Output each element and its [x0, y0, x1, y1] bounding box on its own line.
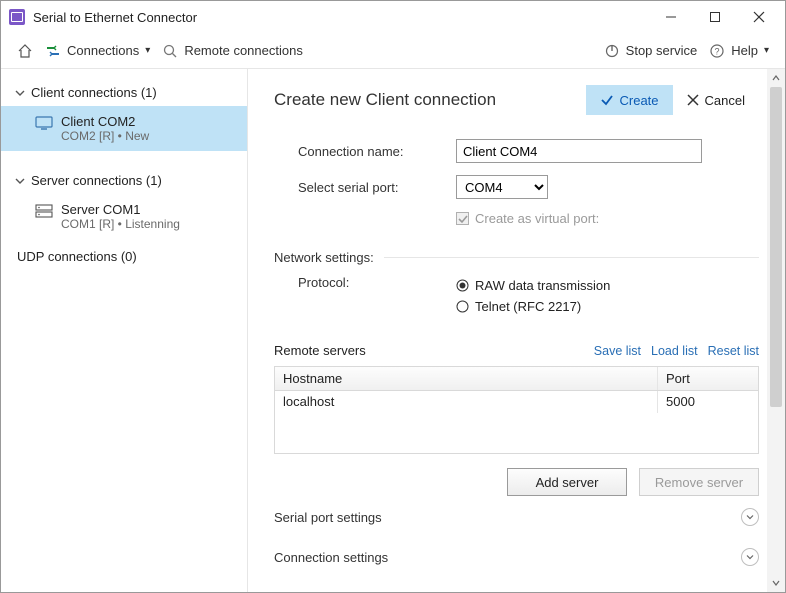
help-dropdown[interactable]: ? Help ▾ — [703, 37, 775, 65]
sidebar-item-name: Server COM1 — [61, 202, 180, 217]
serial-port-settings-section[interactable]: Serial port settings — [274, 496, 759, 536]
title-bar: Serial to Ethernet Connector — [1, 1, 785, 33]
hostname-column-header[interactable]: Hostname — [275, 367, 658, 390]
content-panel: Create new Client connection Create Canc… — [248, 69, 785, 592]
connection-name-input[interactable] — [456, 139, 702, 163]
remote-servers-title: Remote servers — [274, 343, 594, 358]
reset-list-link[interactable]: Reset list — [708, 344, 759, 358]
connections-dropdown[interactable]: Connections ▾ — [39, 37, 156, 65]
serial-port-label: Select serial port: — [298, 180, 456, 195]
stop-service-label: Stop service — [626, 43, 698, 58]
chevron-down-icon — [15, 88, 25, 98]
checkbox-icon — [456, 212, 469, 225]
client-connections-header[interactable]: Client connections (1) — [1, 79, 247, 106]
remote-connections-label: Remote connections — [184, 43, 303, 58]
udp-connections-label[interactable]: UDP connections (0) — [1, 239, 247, 274]
scroll-up-button[interactable] — [767, 69, 785, 87]
port-cell: 5000 — [658, 391, 758, 413]
check-icon — [600, 93, 614, 107]
close-icon — [687, 94, 699, 106]
sidebar-item-server-com1[interactable]: Server COM1 COM1 [R] • Listenning — [1, 194, 247, 239]
connections-icon — [45, 43, 61, 59]
sidebar: Client connections (1) Client COM2 COM2 … — [1, 69, 248, 592]
server-connections-label: Server connections (1) — [31, 173, 162, 188]
sidebar-item-sub: COM1 [R] • Listenning — [61, 217, 180, 231]
stop-service-button[interactable]: Stop service — [598, 37, 704, 65]
chevron-down-icon — [741, 548, 759, 566]
home-icon — [17, 43, 33, 59]
connection-settings-section[interactable]: Connection settings — [274, 536, 759, 566]
chevron-down-icon — [15, 176, 25, 186]
create-button[interactable]: Create — [586, 85, 673, 115]
server-icon — [35, 204, 53, 218]
protocol-telnet-radio[interactable]: Telnet (RFC 2217) — [456, 296, 610, 317]
page-title: Create new Client connection — [274, 90, 586, 110]
port-column-header[interactable]: Port — [658, 367, 758, 390]
help-icon: ? — [709, 43, 725, 59]
scrollbar[interactable] — [767, 69, 785, 592]
connection-name-label: Connection name: — [298, 144, 456, 159]
cancel-button[interactable]: Cancel — [673, 85, 759, 115]
sidebar-item-sub: COM2 [R] • New — [61, 129, 149, 143]
add-server-button[interactable]: Add server — [507, 468, 627, 496]
scrollbar-thumb[interactable] — [770, 87, 782, 407]
cancel-button-label: Cancel — [705, 93, 745, 108]
create-virtual-port-checkbox: Create as virtual port: — [456, 211, 599, 226]
chevron-down-icon: ▾ — [145, 45, 150, 56]
remote-servers-table: Hostname Port localhost 5000 — [274, 366, 759, 454]
close-button[interactable] — [737, 2, 781, 32]
sidebar-item-name: Client COM2 — [61, 114, 149, 129]
hostname-cell: localhost — [275, 391, 658, 413]
chevron-down-icon — [741, 508, 759, 526]
remote-connections-button[interactable]: Remote connections — [156, 37, 309, 65]
toolbar: Connections ▾ Remote connections Stop se… — [1, 33, 785, 69]
window-title: Serial to Ethernet Connector — [33, 10, 649, 25]
serial-port-select[interactable]: COM4 — [456, 175, 548, 199]
network-settings-header: Network settings: — [274, 250, 759, 265]
home-button[interactable] — [11, 37, 39, 65]
client-icon — [35, 116, 53, 130]
client-connections-label: Client connections (1) — [31, 85, 157, 100]
connections-label: Connections — [67, 43, 139, 58]
remove-server-button: Remove server — [639, 468, 759, 496]
search-icon — [162, 43, 178, 59]
minimize-button[interactable] — [649, 2, 693, 32]
create-virtual-port-label: Create as virtual port: — [475, 211, 599, 226]
server-connections-header[interactable]: Server connections (1) — [1, 167, 247, 194]
sidebar-item-client-com2[interactable]: Client COM2 COM2 [R] • New — [1, 106, 247, 151]
scroll-down-button[interactable] — [767, 574, 785, 592]
chevron-down-icon: ▾ — [764, 45, 769, 56]
load-list-link[interactable]: Load list — [651, 344, 698, 358]
maximize-button[interactable] — [693, 2, 737, 32]
create-button-label: Create — [620, 93, 659, 108]
app-icon — [9, 9, 25, 25]
power-icon — [604, 43, 620, 59]
help-label: Help — [731, 43, 758, 58]
radio-unselected-icon — [456, 300, 469, 313]
protocol-label: Protocol: — [298, 275, 456, 290]
save-list-link[interactable]: Save list — [594, 344, 641, 358]
protocol-raw-radio[interactable]: RAW data transmission — [456, 275, 610, 296]
radio-selected-icon — [456, 279, 469, 292]
table-row[interactable]: localhost 5000 — [275, 391, 758, 413]
svg-text:?: ? — [715, 46, 720, 56]
